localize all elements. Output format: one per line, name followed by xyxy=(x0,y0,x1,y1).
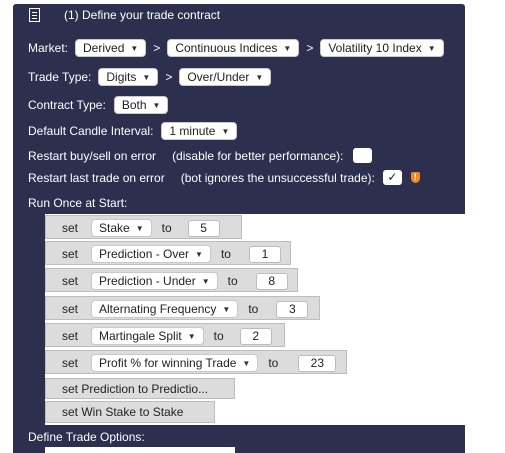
trade-type-label: Trade Type: xyxy=(28,70,92,84)
set-win-stake-block[interactable]: set Win Stake to Stake xyxy=(45,401,215,423)
set-alternating-frequency-block[interactable]: set Alternating Frequency ▼ to 3 xyxy=(45,296,320,320)
restart-buy-sell-checkbox[interactable] xyxy=(353,148,373,163)
variable-dropdown[interactable]: Profit % for winning Trade ▼ xyxy=(91,354,259,372)
restart-last-trade-hint: (bot ignores the unsuccessful trade): xyxy=(180,170,375,185)
set-keyword: set xyxy=(62,302,79,316)
warning-icon: ! xyxy=(410,172,420,183)
set-keyword: set xyxy=(62,329,79,343)
set-prediction-text: set Prediction to Predictio... xyxy=(62,382,209,396)
trade-type-category-dropdown[interactable]: Digits ▼ xyxy=(98,68,159,86)
variable-dropdown[interactable]: Prediction - Under ▼ xyxy=(91,272,218,290)
set-prediction-under-block[interactable]: set Prediction - Under ▼ to 8 xyxy=(45,268,298,292)
set-martingale-split-block[interactable]: set Martingale Split ▼ to 2 xyxy=(45,323,285,347)
value-input[interactable]: 23 xyxy=(298,354,337,372)
value-input[interactable]: 5 xyxy=(187,219,220,237)
set-keyword: set xyxy=(62,247,79,261)
set-prediction-block[interactable]: set Prediction to Predictio... xyxy=(45,378,235,399)
trade-options-slot xyxy=(45,447,235,453)
variable-dropdown[interactable]: Alternating Frequency ▼ xyxy=(91,300,239,318)
chevron-right-icon: > xyxy=(153,41,161,55)
set-keyword: set xyxy=(62,274,79,288)
submarket-dropdown[interactable]: Continuous Indices ▼ xyxy=(167,39,300,57)
value-input[interactable]: 8 xyxy=(255,272,288,290)
set-prediction-over-block[interactable]: set Prediction - Over ▼ to 1 xyxy=(45,241,291,265)
variable-dropdown[interactable]: Prediction - Over ▼ xyxy=(91,245,211,263)
restart-buy-sell-hint: (disable for better performance): xyxy=(172,148,344,163)
variable-dropdown[interactable]: Stake ▼ xyxy=(91,219,152,237)
trade-type-dropdown[interactable]: Over/Under ▼ xyxy=(179,68,272,86)
document-icon xyxy=(29,8,40,22)
market-dropdown[interactable]: Derived ▼ xyxy=(75,39,147,57)
run-once-label: Run Once at Start: xyxy=(28,196,128,210)
to-keyword: to xyxy=(248,302,259,316)
to-keyword: to xyxy=(213,329,224,343)
to-keyword: to xyxy=(268,356,279,370)
contract-type-label: Contract Type: xyxy=(28,98,106,112)
set-stake-block[interactable]: set Stake ▼ to 5 xyxy=(45,215,242,239)
contract-type-dropdown[interactable]: Both ▼ xyxy=(113,96,169,114)
restart-last-trade-label: Restart last trade on error xyxy=(28,170,165,185)
set-keyword: set xyxy=(62,221,79,235)
candle-interval-label: Default Candle Interval: xyxy=(28,124,154,138)
variable-dropdown[interactable]: Martingale Split ▼ xyxy=(91,327,204,345)
to-keyword: to xyxy=(220,247,231,261)
value-input[interactable]: 1 xyxy=(248,245,281,263)
to-keyword: to xyxy=(161,221,172,235)
restart-buy-sell-label: Restart buy/sell on error xyxy=(28,148,157,163)
symbol-dropdown[interactable]: Volatility 10 Index ▼ xyxy=(320,39,444,57)
value-input[interactable]: 3 xyxy=(276,300,309,318)
to-keyword: to xyxy=(227,274,238,288)
value-input[interactable]: 2 xyxy=(239,327,272,345)
run-once-left-bar xyxy=(13,212,45,428)
market-label: Market: xyxy=(28,41,69,55)
define-trade-options-label: Define Trade Options: xyxy=(28,430,145,444)
candle-interval-dropdown[interactable]: 1 minute ▼ xyxy=(161,122,238,140)
checkmark-icon: ✓ xyxy=(387,170,398,184)
set-keyword: set xyxy=(62,356,79,370)
set-win-stake-text: set Win Stake to Stake xyxy=(62,405,184,419)
restart-last-trade-checkbox[interactable]: ✓ xyxy=(382,170,402,185)
chevron-right-icon: > xyxy=(165,70,173,84)
set-profit-percent-block[interactable]: set Profit % for winning Trade ▼ to 23 xyxy=(45,350,347,374)
block-title: (1) Define your trade contract xyxy=(64,8,221,22)
chevron-right-icon: > xyxy=(306,41,314,55)
